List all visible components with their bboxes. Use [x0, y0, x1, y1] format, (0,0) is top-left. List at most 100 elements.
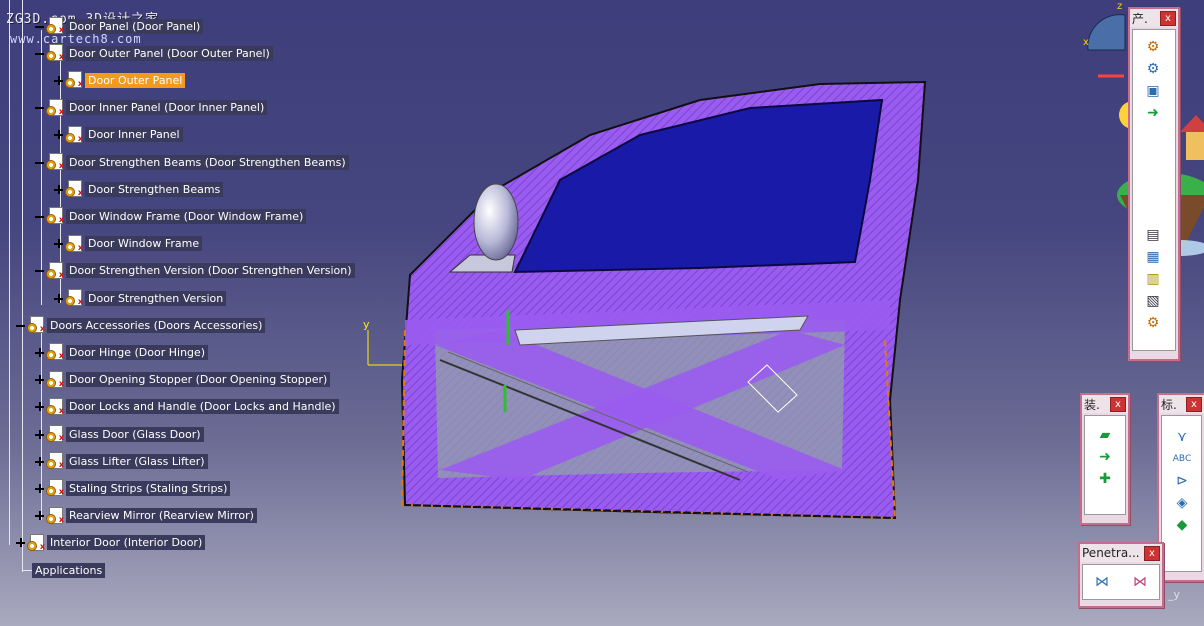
expand-icon[interactable] [54, 184, 63, 194]
tree-node-label[interactable]: Door Opening Stopper (Door Opening Stopp… [66, 372, 331, 388]
assembly-toolbar[interactable]: 装. x ▰ ➜ ✚ [1080, 393, 1130, 525]
expand-icon[interactable] [35, 375, 44, 385]
tree-node-label[interactable]: Door Strengthen Beams (Door Strengthen B… [66, 154, 349, 170]
expand-icon[interactable] [54, 293, 63, 303]
tree-node[interactable]: x Staling Strips (Staling Strips) [35, 478, 231, 498]
expand-icon[interactable] [54, 130, 63, 140]
compass [1087, 14, 1126, 51]
tree-node[interactable]: x Door Strengthen Version [54, 288, 227, 308]
tree-node[interactable]: x Door Strengthen Beams [54, 179, 224, 199]
collapse-icon[interactable] [35, 266, 44, 275]
text-with-leader-icon[interactable]: ABC [1170, 448, 1194, 470]
assembly-cut-icon[interactable]: ▰ [1093, 424, 1117, 446]
existing-component-icon[interactable]: ➜ [1141, 102, 1165, 124]
tree-node[interactable]: x Interior Door (Interior Door) [16, 533, 206, 553]
replace-component-icon[interactable]: ▤ [1141, 224, 1165, 246]
tree-node[interactable]: x Rearview Mirror (Rearview Mirror) [35, 506, 257, 526]
tree-node-label[interactable]: Staling Strips (Staling Strips) [66, 480, 231, 496]
tree-node[interactable]: x Door Hinge (Door Hinge) [35, 342, 209, 362]
collapse-icon[interactable] [35, 49, 44, 58]
collapse-icon[interactable] [35, 22, 44, 31]
collapse-icon[interactable] [35, 103, 44, 112]
tree-node[interactable]: x Door Strengthen Beams (Door Strengthen … [35, 152, 349, 172]
tree-node-label[interactable]: Glass Door (Glass Door) [66, 426, 204, 442]
penetration-options-icon[interactable]: ⋈ [1128, 571, 1152, 593]
annotation-toolbar-close-button[interactable]: x [1186, 396, 1202, 412]
tree-node-label[interactable]: Applications [32, 562, 106, 578]
product-toolbar-close-button[interactable]: x [1160, 10, 1176, 26]
annotation-toolbar[interactable]: 标. x ⋎ ABC ⊳ ◈ ◆ [1157, 393, 1204, 582]
insert-product-icon[interactable]: ⚙ [1141, 58, 1165, 80]
tree-node-label[interactable]: Door Hinge (Door Hinge) [66, 344, 209, 360]
tree-node[interactable]: x Door Inner Panel (Door Inner Panel) [35, 98, 268, 118]
tree-node-label[interactable]: Door Strengthen Beams [85, 181, 224, 197]
tree-node[interactable]: x Door Inner Panel [54, 125, 183, 145]
tree-node-label[interactable]: Door Outer Panel (Door Outer Panel) [66, 45, 273, 61]
penetration-toolbar[interactable]: Penetra... x ⋈ ⋈ [1078, 542, 1164, 608]
compass-x-label: x [1083, 37, 1089, 48]
penetration-icon[interactable]: ⋈ [1090, 571, 1114, 593]
numbering-icon[interactable]: ▧ [1141, 290, 1165, 312]
expand-icon[interactable] [35, 402, 44, 412]
assembly-pocket-icon[interactable]: ✚ [1093, 468, 1117, 490]
tree-node-label[interactable]: Doors Accessories (Doors Accessories) [47, 317, 266, 333]
window-glass [513, 98, 884, 274]
product-toolbar[interactable]: 产. x ⚙ ⚙ ▣ ➜ ▤ ▦ ▥ ▧ ⚙ [1128, 7, 1180, 361]
tree-node-label[interactable]: Door Strengthen Version (Door Strengthen… [66, 263, 355, 279]
tree-node[interactable]: x Door Outer Panel [54, 70, 186, 90]
tree-node-label[interactable]: Glass Lifter (Glass Lifter) [66, 453, 208, 469]
collapse-icon[interactable] [16, 321, 25, 330]
expand-icon[interactable] [16, 538, 25, 548]
tree-node[interactable]: x Doors Accessories (Doors Accessories) [16, 315, 266, 335]
tree-node-label[interactable]: Door Window Frame [85, 236, 203, 252]
reorder-icon[interactable]: ▥ [1141, 268, 1165, 290]
expand-icon[interactable] [35, 483, 44, 493]
specification-tree[interactable]: x Door Panel (Door Panel) x Door Outer Pane… [0, 0, 420, 626]
tree-node[interactable]: x Glass Door (Glass Door) [35, 424, 204, 444]
graph-tree-icon[interactable]: ▦ [1141, 246, 1165, 268]
tree-node-label[interactable]: Door Inner Panel (Door Inner Panel) [66, 100, 268, 116]
expand-icon[interactable] [35, 456, 44, 466]
tree-node[interactable]: Applications [32, 560, 106, 580]
tree-node-label[interactable]: Door Locks and Handle (Door Locks and Ha… [66, 399, 339, 415]
tree-node-label[interactable]: Door Outer Panel [85, 72, 186, 88]
tree-node[interactable]: x Door Window Frame [54, 234, 203, 254]
assembly-hole-icon[interactable]: ➜ [1093, 446, 1117, 468]
product-node-icon: x [46, 397, 64, 416]
expand-icon[interactable] [54, 239, 63, 249]
tree-node[interactable]: x Door Window Frame (Door Window Frame) [35, 206, 307, 226]
collapse-icon[interactable] [35, 158, 44, 167]
tree-node-label[interactable]: Interior Door (Interior Door) [47, 535, 206, 551]
expand-icon[interactable] [54, 75, 63, 85]
tree-node[interactable]: x Glass Lifter (Glass Lifter) [35, 451, 208, 471]
annotation-plane-icon[interactable]: ◆ [1170, 514, 1194, 536]
insert-component-icon[interactable]: ⚙ [1141, 36, 1165, 58]
product-node-icon: x [46, 425, 64, 443]
tree-node[interactable]: x Door Outer Panel (Door Outer Panel) [35, 43, 273, 63]
multi-instantiation-icon[interactable]: ⚙ [1141, 312, 1165, 334]
expand-icon[interactable] [35, 347, 44, 357]
tree-node-label[interactable]: Door Panel (Door Panel) [66, 18, 204, 34]
3d-viewport[interactable]: ZG3D.com 3D设计之家 www.cartech8.com x z y x… [0, 0, 1204, 626]
insert-part-icon[interactable]: ▣ [1141, 80, 1165, 102]
tree-node[interactable]: x Door Strengthen Version (Door Strengthe… [35, 261, 355, 281]
penetration-toolbar-close-button[interactable]: x [1144, 545, 1160, 561]
expand-icon[interactable] [35, 429, 44, 439]
collapse-icon[interactable] [35, 212, 44, 221]
tree-node-label[interactable]: Rearview Mirror (Rearview Mirror) [66, 508, 257, 524]
compass-z-label: z [1117, 1, 1123, 12]
tree-node-label[interactable]: Door Window Frame (Door Window Frame) [66, 208, 307, 224]
tree-node-label[interactable]: Door Inner Panel [85, 127, 183, 143]
annotation-view-icon[interactable]: ◈ [1170, 492, 1194, 514]
tree-node-label[interactable]: Door Strengthen Version [85, 290, 227, 306]
product-node-icon: x [27, 316, 45, 334]
product-node-icon: x [65, 289, 83, 307]
assembly-toolbar-close-button[interactable]: x [1110, 396, 1126, 412]
tree-node[interactable]: x Door Panel (Door Panel) [35, 16, 204, 36]
penetration-toolbar-title: Penetra... [1082, 546, 1140, 560]
expand-icon[interactable] [35, 511, 44, 521]
weld-feature-icon[interactable]: ⋎ [1170, 426, 1194, 448]
tree-node[interactable]: x Door Opening Stopper (Door Opening Stop… [35, 370, 331, 390]
flag-note-icon[interactable]: ⊳ [1170, 470, 1194, 492]
tree-node[interactable]: x Door Locks and Handle (Door Locks and H… [35, 397, 339, 417]
